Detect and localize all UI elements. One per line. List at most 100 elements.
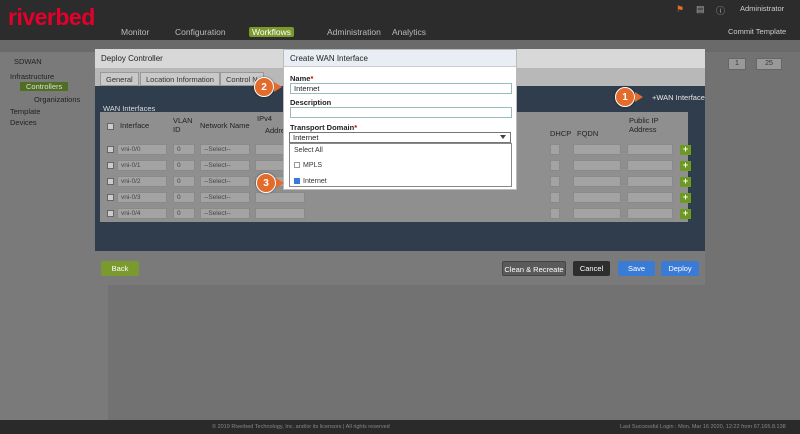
add-row-button[interactable]: + bbox=[680, 177, 691, 187]
copyright-text: © 2019 Riverbed Technology, Inc. and/or … bbox=[212, 424, 390, 430]
internet-checkbox[interactable] bbox=[294, 178, 300, 185]
network-select[interactable]: --Select-- bbox=[200, 208, 250, 219]
network-select[interactable]: --Select-- bbox=[200, 160, 250, 171]
dhcp-checkbox[interactable] bbox=[550, 144, 560, 155]
sidebar-root-sdwan[interactable]: SDWAN bbox=[14, 57, 42, 66]
callout-1-pointer bbox=[635, 92, 643, 102]
cancel-button[interactable]: Cancel bbox=[573, 261, 610, 276]
dhcp-checkbox[interactable] bbox=[550, 208, 560, 219]
page-number[interactable]: 1 bbox=[728, 58, 746, 70]
sidebar-item-devices[interactable]: Devices bbox=[10, 118, 37, 127]
add-row-button[interactable]: + bbox=[680, 145, 691, 155]
add-wan-interface-link[interactable]: +WAN Interface bbox=[652, 93, 705, 102]
name-input[interactable]: Internet bbox=[290, 83, 512, 94]
fqdn-input[interactable] bbox=[573, 144, 621, 155]
public-ip-input[interactable] bbox=[627, 160, 673, 171]
public-ip-input[interactable] bbox=[627, 208, 673, 219]
tab-location-information[interactable]: Location Information bbox=[140, 72, 220, 86]
save-button[interactable]: Save bbox=[618, 261, 655, 276]
add-row-button[interactable]: + bbox=[680, 161, 691, 171]
help-icon[interactable]: ⓘ bbox=[716, 4, 725, 17]
vlan-input[interactable]: 0 bbox=[173, 144, 195, 155]
vlan-input[interactable]: 0 bbox=[173, 176, 195, 187]
network-select[interactable]: --Select-- bbox=[200, 192, 250, 203]
col-public-ip-address: Public IP Address bbox=[629, 116, 659, 134]
fqdn-input[interactable] bbox=[573, 192, 621, 203]
description-label: Description bbox=[290, 98, 332, 107]
option-internet[interactable]: Internet bbox=[294, 178, 327, 185]
back-button[interactable]: Back bbox=[101, 261, 139, 276]
row-checkbox[interactable] bbox=[107, 178, 114, 185]
footer: © 2019 Riverbed Technology, Inc. and/or … bbox=[0, 420, 800, 434]
address-input[interactable] bbox=[255, 192, 305, 203]
vlan-input[interactable]: 0 bbox=[173, 208, 195, 219]
dhcp-checkbox[interactable] bbox=[550, 160, 560, 171]
chevron-down-icon bbox=[500, 135, 506, 139]
callout-2-pointer bbox=[274, 82, 282, 92]
clean-recreate-button[interactable]: Clean & Recreate bbox=[502, 261, 566, 276]
select-all-checkbox[interactable] bbox=[107, 123, 114, 130]
address-input[interactable] bbox=[255, 208, 305, 219]
vlan-input[interactable]: 0 bbox=[173, 192, 195, 203]
public-ip-input[interactable] bbox=[627, 144, 673, 155]
interface-cell: vni-0/3 bbox=[117, 192, 167, 203]
col-ipv4: IPv4 bbox=[257, 114, 273, 123]
row-checkbox[interactable] bbox=[107, 210, 114, 217]
option-mpls[interactable]: MPLS bbox=[294, 162, 322, 169]
mpls-checkbox[interactable] bbox=[294, 162, 300, 169]
transport-domain-label: Transport Domain* bbox=[290, 123, 358, 132]
transport-domain-value: Internet bbox=[293, 133, 319, 142]
vlan-input[interactable]: 0 bbox=[173, 160, 195, 171]
transport-domain-select[interactable]: Internet bbox=[289, 132, 511, 143]
bell-icon[interactable]: ⚑ bbox=[676, 4, 684, 15]
modal-footer: Back Clean & Recreate Cancel Save Deploy bbox=[95, 251, 705, 285]
dialog-title: Create WAN Interface bbox=[284, 50, 516, 67]
callout-3-pointer bbox=[276, 178, 284, 188]
name-label: Name* bbox=[290, 74, 314, 83]
tab-general[interactable]: General bbox=[100, 72, 139, 86]
nav-administration[interactable]: Administration bbox=[327, 27, 381, 37]
description-input[interactable] bbox=[290, 107, 512, 118]
fqdn-input[interactable] bbox=[573, 208, 621, 219]
col-network-name: Network Name bbox=[200, 121, 250, 130]
document-icon[interactable]: ▤ bbox=[696, 4, 705, 15]
row-checkbox[interactable] bbox=[107, 146, 114, 153]
transport-domain-dropdown: Select All MPLS Internet bbox=[289, 143, 512, 187]
interface-cell: vni-0/1 bbox=[117, 160, 167, 171]
option-select-all[interactable]: Select All bbox=[294, 147, 323, 154]
fqdn-input[interactable] bbox=[573, 160, 621, 171]
col-interface: Interface bbox=[120, 121, 150, 130]
interface-cell: vni-0/4 bbox=[117, 208, 167, 219]
callout-1: 1 bbox=[615, 87, 635, 107]
interface-cell: vni-0/2 bbox=[117, 176, 167, 187]
sidebar-item-organizations[interactable]: Organizations bbox=[34, 95, 80, 104]
callout-2: 2 bbox=[254, 77, 274, 97]
public-ip-input[interactable] bbox=[627, 176, 673, 187]
sidebar-item-controllers[interactable]: Controllers bbox=[20, 82, 69, 91]
sidebar-item-template[interactable]: Template bbox=[10, 107, 40, 116]
nav-monitor[interactable]: Monitor bbox=[121, 27, 149, 37]
last-login-text: Last Successful Login : Mon, Mar 16 2020… bbox=[620, 424, 786, 430]
nav-analytics[interactable]: Analytics bbox=[392, 27, 426, 37]
row-checkbox[interactable] bbox=[107, 194, 114, 201]
sidebar: SDWAN Infrastructure Controllers Organiz… bbox=[0, 52, 108, 420]
dhcp-checkbox[interactable] bbox=[550, 192, 560, 203]
dhcp-checkbox[interactable] bbox=[550, 176, 560, 187]
table-row: vni-0/3 0 --Select-- + bbox=[100, 190, 691, 205]
row-checkbox[interactable] bbox=[107, 162, 114, 169]
deploy-button[interactable]: Deploy bbox=[661, 261, 699, 276]
public-ip-input[interactable] bbox=[627, 192, 673, 203]
commit-template-link[interactable]: Commit Template bbox=[728, 27, 786, 36]
nav-workflows[interactable]: Workflows bbox=[249, 27, 295, 37]
page-size-select[interactable]: 25 bbox=[756, 58, 782, 70]
add-row-button[interactable]: + bbox=[680, 209, 691, 219]
fqdn-input[interactable] bbox=[573, 176, 621, 187]
sidebar-item-infrastructure[interactable]: Infrastructure bbox=[10, 72, 54, 81]
col-dhcp: DHCP bbox=[550, 129, 572, 138]
add-row-button[interactable]: + bbox=[680, 193, 691, 203]
interface-cell: vni-0/0 bbox=[117, 144, 167, 155]
network-select[interactable]: --Select-- bbox=[200, 176, 250, 187]
network-select[interactable]: --Select-- bbox=[200, 144, 250, 155]
user-menu[interactable]: Administrator bbox=[740, 4, 784, 13]
nav-configuration[interactable]: Configuration bbox=[175, 27, 226, 37]
